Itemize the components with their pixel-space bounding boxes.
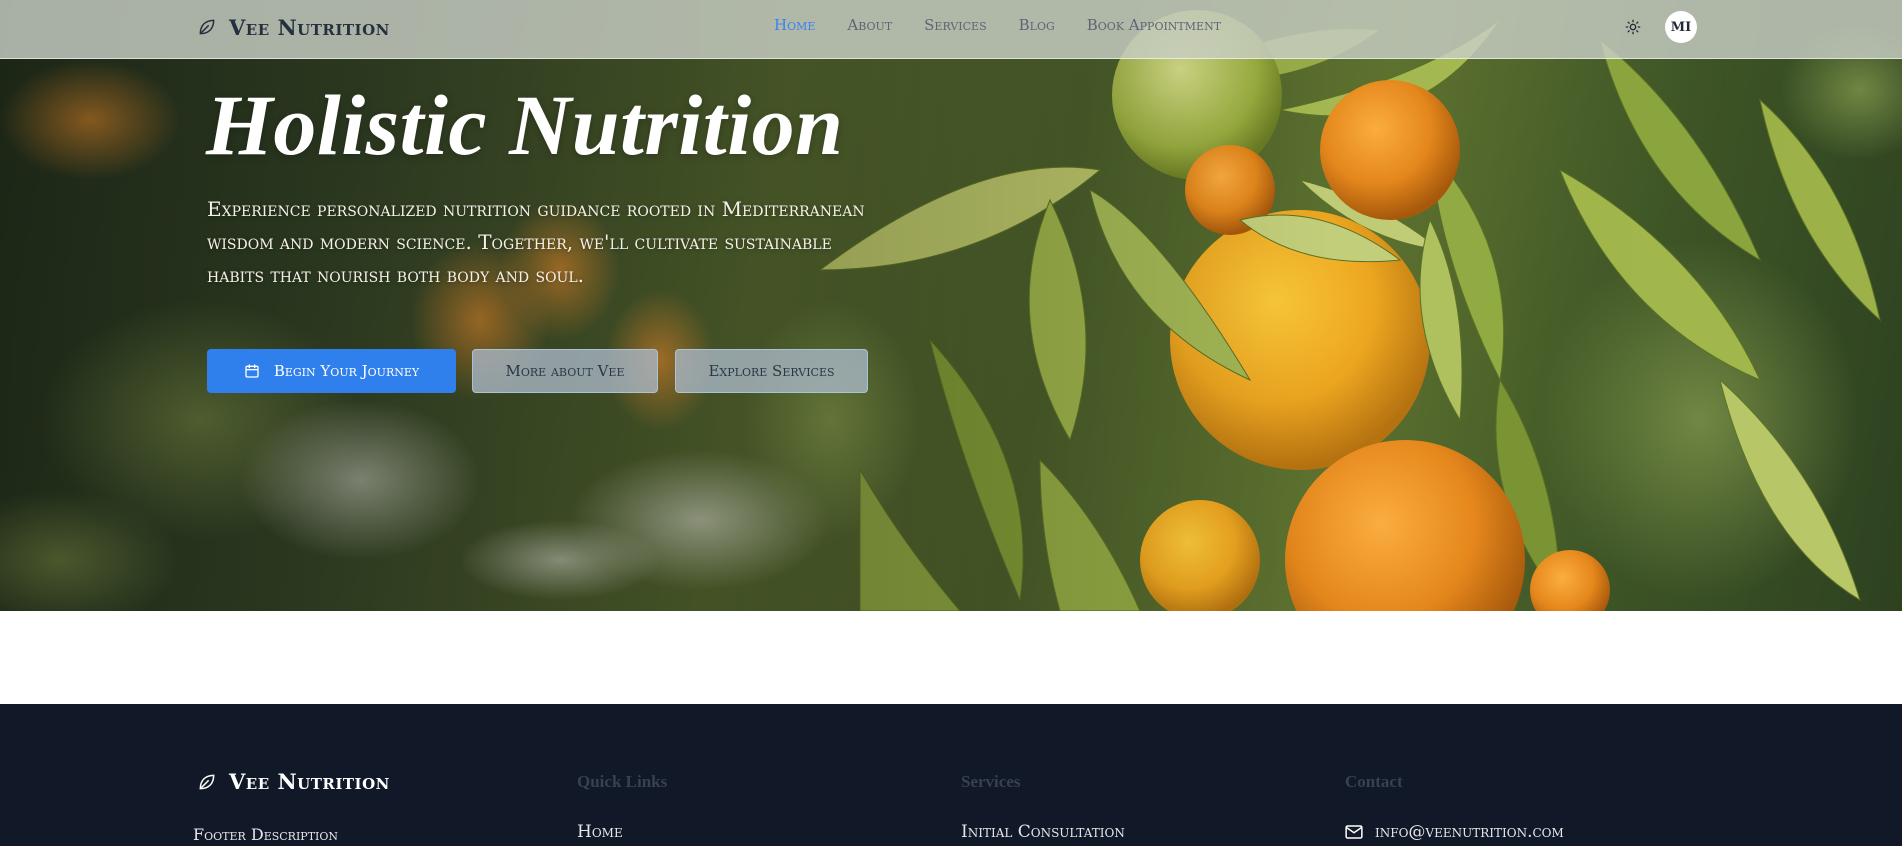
calendar-icon	[245, 364, 259, 378]
footer-quick-links-heading: Quick Links	[577, 772, 668, 791]
footer-brand-name: Vee Nutrition	[229, 769, 390, 794]
begin-journey-button[interactable]: Begin Your Journey	[207, 349, 456, 393]
leaf-icon	[199, 19, 215, 35]
nav-link-about[interactable]: About	[847, 16, 892, 34]
nav-link-home[interactable]: Home	[774, 16, 815, 34]
more-about-vee-button[interactable]: More about Vee	[472, 349, 658, 393]
hero-description: Experience personalized nutrition guidan…	[207, 197, 865, 287]
explore-services-button[interactable]: Explore Services	[675, 349, 868, 393]
nav-link-blog[interactable]: Blog	[1019, 16, 1055, 34]
footer-services-heading: Services	[961, 772, 1021, 791]
hero-title: Holistic Nutrition	[206, 77, 844, 173]
brand-name: Vee Nutrition	[229, 14, 390, 40]
top-navbar: Vee Nutrition Home About Services Blog B…	[0, 0, 1902, 59]
footer-brand[interactable]: Vee Nutrition	[197, 769, 390, 794]
footer-contact-email[interactable]: info@veenutrition.com	[1345, 822, 1564, 842]
nav-link-services[interactable]: Services	[924, 16, 986, 34]
brand-logo[interactable]: Vee Nutrition	[197, 12, 390, 42]
leaf-icon	[199, 774, 215, 789]
footer: Vee Nutrition Footer Description Quick L…	[0, 704, 1902, 846]
mail-icon	[1345, 825, 1363, 839]
sun-icon	[1625, 19, 1641, 35]
footer-link-home[interactable]: Home	[577, 822, 623, 842]
theme-toggle-button[interactable]	[1622, 16, 1644, 38]
footer-link-initial-consultation[interactable]: Initial Consultation	[961, 822, 1125, 842]
footer-contact-heading: Contact	[1345, 772, 1403, 791]
nav-link-book-appointment[interactable]: Book Appointment	[1087, 16, 1221, 34]
nav-links: Home About Services Blog Book Appointmen…	[774, 16, 1253, 34]
user-avatar[interactable]: MI	[1665, 11, 1697, 43]
footer-email-text: info@veenutrition.com	[1375, 822, 1564, 842]
footer-description: Footer Description	[193, 825, 339, 844]
begin-journey-label: Begin Your Journey	[273, 362, 420, 380]
